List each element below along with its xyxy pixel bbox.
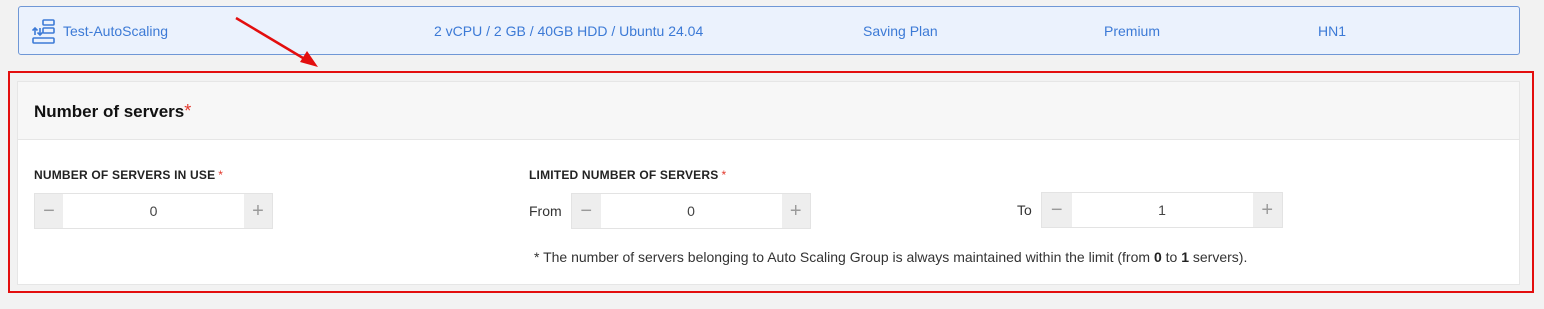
pricing-plan: Saving Plan [863,23,938,39]
page: Test-AutoScaling 2 vCPU / 2 GB / 40GB HD… [0,0,1544,309]
server-spec: 2 vCPU / 2 GB / 40GB HDD / Ubuntu 24.04 [434,23,704,39]
region: HN1 [1318,23,1347,39]
highlight-box [8,71,1534,293]
autoscaling-summary-row[interactable]: Test-AutoScaling 2 vCPU / 2 GB / 40GB HD… [18,6,1520,55]
service-tier: Premium [1104,23,1161,39]
group-name[interactable]: Test-AutoScaling [63,23,168,39]
autoscaling-group-icon [32,19,55,44]
